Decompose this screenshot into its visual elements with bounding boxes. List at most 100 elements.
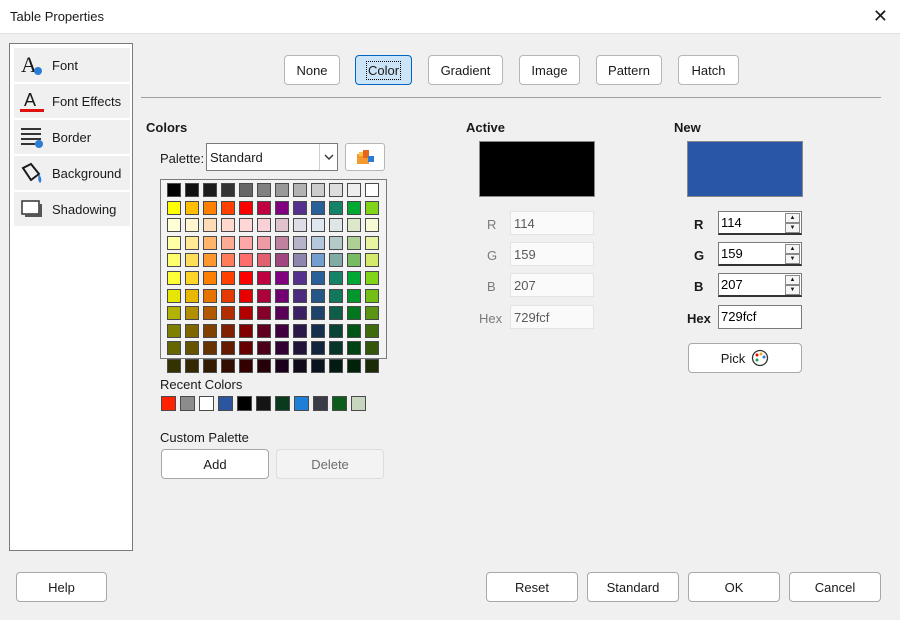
delete-button[interactable]: Delete — [276, 449, 384, 479]
color-swatch[interactable] — [257, 306, 271, 321]
color-swatch[interactable] — [167, 183, 181, 197]
color-swatch[interactable] — [185, 306, 199, 321]
color-swatch[interactable] — [329, 253, 343, 268]
color-swatch[interactable] — [203, 253, 217, 268]
spin-up-icon[interactable]: ▲ — [785, 275, 800, 285]
new-b-input[interactable] — [721, 277, 781, 292]
color-swatch[interactable] — [221, 288, 235, 303]
color-swatch[interactable] — [347, 288, 361, 303]
color-swatch[interactable] — [329, 218, 343, 233]
color-swatch[interactable] — [329, 235, 343, 250]
color-swatch[interactable] — [293, 183, 307, 197]
add-palette-button[interactable] — [345, 143, 385, 171]
recent-color-swatch[interactable] — [256, 396, 271, 411]
color-swatch[interactable] — [329, 341, 343, 356]
color-swatch[interactable] — [239, 200, 253, 215]
ok-button[interactable]: OK — [688, 572, 780, 602]
color-swatch[interactable] — [167, 288, 181, 303]
color-swatch[interactable] — [185, 323, 199, 338]
color-swatch[interactable] — [167, 323, 181, 338]
color-swatch[interactable] — [275, 306, 289, 321]
color-swatch[interactable] — [221, 306, 235, 321]
tab-hatch[interactable]: Hatch — [678, 55, 739, 85]
color-swatch[interactable] — [293, 306, 307, 321]
recent-color-swatch[interactable] — [180, 396, 195, 411]
color-swatch[interactable] — [311, 218, 325, 233]
color-swatch[interactable] — [347, 253, 361, 268]
color-swatch[interactable] — [293, 253, 307, 268]
color-swatch[interactable] — [203, 323, 217, 338]
spin-down-icon[interactable]: ▼ — [785, 254, 800, 264]
recent-color-swatch[interactable] — [294, 396, 309, 411]
new-r-spinbox[interactable]: ▲▼ — [718, 211, 802, 235]
color-swatch[interactable] — [257, 200, 271, 215]
add-button[interactable]: Add — [161, 449, 269, 479]
sidebar-item-background[interactable]: Background — [14, 156, 130, 190]
color-swatch[interactable] — [347, 341, 361, 356]
help-button[interactable]: Help — [16, 572, 107, 602]
color-swatch[interactable] — [185, 288, 199, 303]
color-swatch[interactable] — [221, 271, 235, 285]
spin-down-icon[interactable]: ▼ — [785, 223, 800, 233]
color-swatch[interactable] — [185, 253, 199, 268]
color-swatch[interactable] — [239, 288, 253, 303]
color-swatch[interactable] — [311, 271, 325, 285]
color-swatch[interactable] — [239, 359, 253, 373]
color-swatch[interactable] — [365, 323, 379, 338]
spin-down-icon[interactable]: ▼ — [785, 285, 800, 295]
color-swatch[interactable] — [365, 306, 379, 321]
tab-color[interactable]: Color — [355, 55, 412, 85]
color-swatch[interactable] — [257, 235, 271, 250]
color-swatch[interactable] — [203, 288, 217, 303]
color-swatch[interactable] — [365, 253, 379, 268]
color-swatch[interactable] — [275, 218, 289, 233]
recent-color-swatch[interactable] — [237, 396, 252, 411]
new-r-input[interactable] — [721, 215, 781, 230]
standard-button[interactable]: Standard — [587, 572, 679, 602]
color-swatch[interactable] — [347, 200, 361, 215]
new-g-spinbox[interactable]: ▲▼ — [718, 242, 802, 266]
color-swatch[interactable] — [257, 359, 271, 373]
color-swatch[interactable] — [347, 323, 361, 338]
color-swatch[interactable] — [347, 218, 361, 233]
recent-color-swatch[interactable] — [199, 396, 214, 411]
color-swatch[interactable] — [221, 341, 235, 356]
chevron-down-icon[interactable] — [319, 144, 337, 170]
color-swatch[interactable] — [185, 359, 199, 373]
color-swatch[interactable] — [329, 288, 343, 303]
recent-color-swatch[interactable] — [161, 396, 176, 411]
color-swatch[interactable] — [275, 183, 289, 197]
color-swatch[interactable] — [185, 183, 199, 197]
recent-color-swatch[interactable] — [275, 396, 290, 411]
color-swatch[interactable] — [329, 271, 343, 285]
tab-none[interactable]: None — [284, 55, 340, 85]
color-swatch[interactable] — [167, 200, 181, 215]
color-swatch[interactable] — [329, 323, 343, 338]
recent-color-swatch[interactable] — [332, 396, 347, 411]
color-swatch[interactable] — [311, 359, 325, 373]
color-swatch[interactable] — [365, 341, 379, 356]
color-swatch[interactable] — [167, 306, 181, 321]
color-swatch[interactable] — [311, 235, 325, 250]
sidebar-item-font-effects[interactable]: A Font Effects — [14, 84, 130, 118]
color-swatch[interactable] — [257, 183, 271, 197]
color-swatch[interactable] — [221, 359, 235, 373]
palette-select[interactable]: Standard — [206, 143, 338, 171]
color-swatch[interactable] — [203, 271, 217, 285]
color-swatch[interactable] — [257, 271, 271, 285]
color-swatch[interactable] — [203, 218, 217, 233]
color-swatch[interactable] — [239, 306, 253, 321]
close-icon[interactable]: ✕ — [873, 6, 888, 26]
color-swatch[interactable] — [293, 200, 307, 215]
color-swatch[interactable] — [365, 200, 379, 215]
color-swatch[interactable] — [203, 341, 217, 356]
sidebar-item-font[interactable]: A Font — [14, 48, 130, 82]
color-swatch[interactable] — [221, 200, 235, 215]
color-swatch[interactable] — [221, 253, 235, 268]
color-swatch[interactable] — [329, 306, 343, 321]
color-swatch[interactable] — [275, 253, 289, 268]
color-swatch[interactable] — [293, 288, 307, 303]
color-swatch[interactable] — [311, 341, 325, 356]
color-swatch[interactable] — [275, 341, 289, 356]
color-swatch[interactable] — [203, 183, 217, 197]
